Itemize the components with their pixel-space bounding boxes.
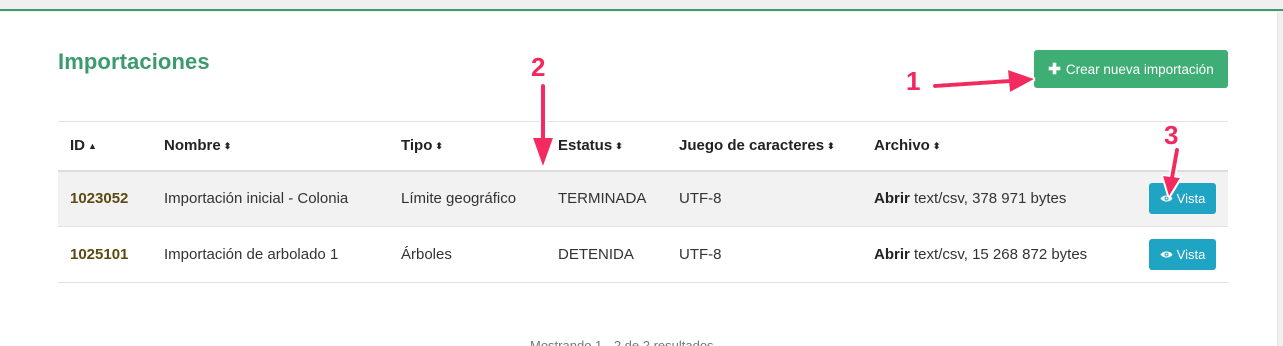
arrow-2 [533,84,553,166]
annotation-number-3: 3 [1164,120,1179,150]
arrow-1 [933,70,1034,92]
arrow-3 [1163,148,1180,196]
annotation-number-2: 2 [531,52,546,82]
annotation-arrows [533,70,1180,196]
annotation-number-1: 1 [906,66,921,96]
